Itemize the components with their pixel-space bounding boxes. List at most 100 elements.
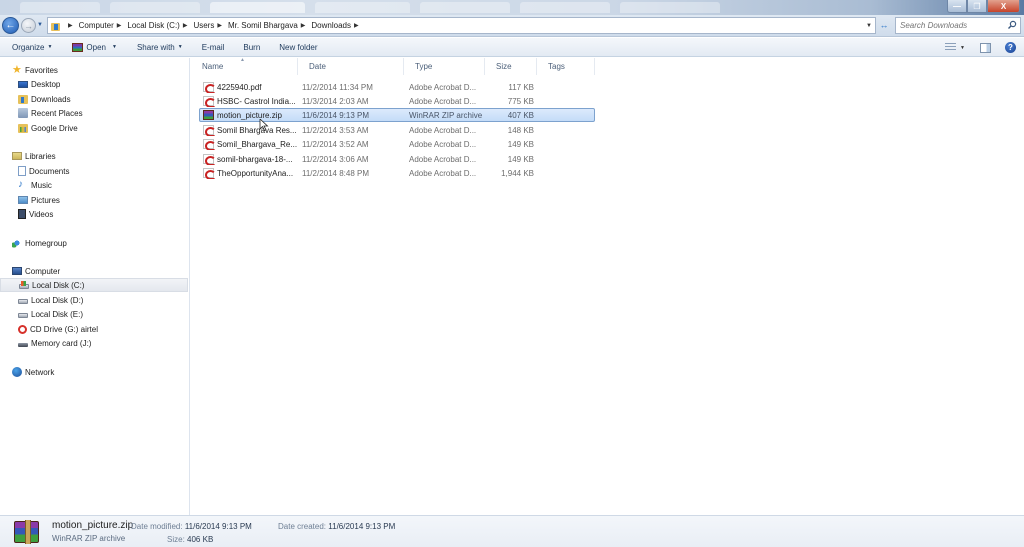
file-row[interactable]: TheOpportunityAna... 11/2/2014 8:48 PM A…: [199, 166, 595, 180]
sidebar-group-label: Homegroup: [25, 239, 67, 248]
sidebar-item-label: CD Drive (G:) airtel: [30, 325, 98, 334]
organize-label: Organize: [12, 43, 44, 52]
address-dropdown-button[interactable]: ▼: [863, 18, 875, 33]
minimize-button[interactable]: —: [947, 0, 967, 13]
file-size: 775 KB: [490, 95, 534, 107]
file-row[interactable]: somil-bhargava-18-... 11/2/2014 3:06 AM …: [199, 152, 595, 166]
sidebar-item-local-disk-e[interactable]: Local Disk (E:): [18, 307, 83, 321]
breadcrumb-separator[interactable]: ▶: [117, 22, 122, 29]
folder-icon: [51, 21, 61, 31]
help-icon[interactable]: ?: [1005, 42, 1016, 53]
sidebar-item-recent-places[interactable]: Recent Places: [18, 106, 83, 120]
sidebar-item-label: Pictures: [31, 196, 60, 205]
sidebar-item-downloads[interactable]: Downloads: [18, 92, 71, 106]
column-header-date[interactable]: Date: [298, 58, 404, 75]
mouse-cursor-icon: [259, 119, 269, 131]
sidebar-item-local-disk-c[interactable]: Local Disk (C:): [0, 278, 188, 292]
sidebar-item-videos[interactable]: Videos: [18, 207, 53, 221]
sidebar-item-label: Local Disk (C:): [32, 281, 84, 290]
share-with-button[interactable]: Share with▼: [117, 38, 183, 57]
search-icon[interactable]: [1007, 20, 1017, 30]
sidebar-item-cd-drive-g[interactable]: CD Drive (G:) airtel: [18, 322, 98, 336]
file-date: 11/2/2014 8:48 PM: [302, 167, 402, 179]
sidebar-item-label: Desktop: [31, 80, 60, 89]
breadcrumb-separator[interactable]: ▶: [217, 22, 222, 29]
title-bar: — ❐ X: [0, 0, 1024, 15]
breadcrumb-separator[interactable]: ▶: [68, 22, 73, 29]
file-name: Somil_Bhargava_Re...: [217, 140, 297, 149]
search-box[interactable]: [895, 17, 1021, 34]
file-date: 11/2/2014 3:52 AM: [302, 138, 402, 150]
forward-button[interactable]: →: [21, 18, 36, 33]
column-header-tags[interactable]: Tags: [537, 58, 595, 75]
winrar-archive-icon: [14, 521, 39, 543]
sidebar-item-pictures[interactable]: Pictures: [18, 193, 60, 207]
recent-places-icon: [18, 108, 28, 118]
sidebar-item-label: Memory card (J:): [31, 339, 91, 348]
sidebar-homegroup[interactable]: Homegroup: [12, 236, 67, 250]
sidebar-item-documents[interactable]: Documents: [18, 164, 69, 178]
network-icon: [12, 367, 22, 377]
sidebar-item-label: Recent Places: [31, 109, 83, 118]
sidebar-item-desktop[interactable]: Desktop: [18, 77, 60, 91]
sidebar-computer[interactable]: Computer: [12, 264, 60, 278]
sidebar-item-label: Google Drive: [31, 124, 78, 133]
open-button[interactable]: Open▼: [52, 38, 117, 57]
breadcrumb-separator[interactable]: ▶: [183, 22, 188, 29]
column-header-type[interactable]: Type: [404, 58, 485, 75]
view-options-dropdown[interactable]: ▼: [960, 45, 965, 51]
winrar-icon: [72, 43, 83, 52]
breadcrumb-local-disk-c[interactable]: Local Disk (C:): [127, 21, 179, 30]
breadcrumb-user-folder[interactable]: Mr. Somil Bhargava: [228, 21, 298, 30]
background-tab: [520, 2, 610, 13]
refresh-button[interactable]: ↔: [878, 19, 890, 31]
breadcrumb-separator[interactable]: ▶: [354, 22, 359, 29]
sidebar-item-google-drive[interactable]: Google Drive: [18, 121, 78, 135]
close-button[interactable]: X: [987, 0, 1020, 13]
breadcrumb-downloads[interactable]: Downloads: [311, 21, 351, 30]
file-date: 11/6/2014 9:13 PM: [302, 109, 402, 121]
back-button[interactable]: ←: [2, 17, 19, 34]
file-row[interactable]: 4225940.pdf 11/2/2014 11:34 PM Adobe Acr…: [199, 80, 595, 94]
column-label: Tags: [548, 62, 565, 71]
file-row[interactable]: Somil_Bhargava_Re... 11/2/2014 3:52 AM A…: [199, 137, 595, 151]
recent-pages-button[interactable]: ▼: [37, 22, 44, 30]
sidebar-group-label: Computer: [25, 267, 60, 276]
burn-button[interactable]: Burn: [224, 38, 260, 57]
sidebar-libraries[interactable]: Libraries: [12, 149, 56, 163]
back-arrow-icon: ←: [6, 20, 16, 31]
preview-pane-icon[interactable]: [980, 43, 991, 53]
search-input[interactable]: [900, 21, 1000, 30]
breadcrumb-computer[interactable]: Computer: [79, 21, 114, 30]
pdf-icon: [203, 82, 214, 92]
background-tab: [110, 2, 200, 13]
details-pane: motion_picture.zip WinRAR ZIP archive Da…: [0, 515, 1024, 547]
sidebar-network[interactable]: Network: [12, 365, 54, 379]
new-folder-button[interactable]: New folder: [260, 38, 317, 57]
breadcrumb-users[interactable]: Users: [193, 21, 214, 30]
file-row[interactable]: HSBC- Castrol India... 11/3/2014 2:03 AM…: [199, 94, 595, 108]
change-view-icon[interactable]: [945, 43, 956, 52]
date-modified-value: 11/6/2014 9:13 PM: [185, 522, 252, 531]
breadcrumb-separator[interactable]: ▶: [301, 22, 306, 29]
column-header-size[interactable]: Size: [485, 58, 537, 75]
sidebar-favorites[interactable]: ★ Favorites: [12, 63, 58, 77]
column-header-name[interactable]: ▲ Name: [191, 58, 298, 75]
sidebar-item-music[interactable]: ♪ Music: [18, 178, 52, 192]
address-bar[interactable]: ▶ Computer ▶ Local Disk (C:) ▶ Users ▶ M…: [47, 17, 876, 34]
file-name: motion_picture.zip: [217, 111, 282, 120]
organize-button[interactable]: Organize▼: [0, 38, 52, 57]
file-name: somil-bhargava-18-...: [217, 155, 293, 164]
sidebar-item-label: Documents: [29, 167, 69, 176]
window-controls: — ❐ X: [947, 0, 1020, 13]
pdf-icon: [203, 139, 214, 149]
computer-icon: [12, 267, 22, 275]
column-label: Size: [496, 62, 512, 71]
navigation-bar: ← → ▼ ▶ Computer ▶ Local Disk (C:) ▶ Use…: [0, 15, 1024, 37]
file-size: 1,944 KB: [490, 167, 534, 179]
sidebar-item-local-disk-d[interactable]: Local Disk (D:): [18, 293, 83, 307]
column-label: Name: [202, 62, 223, 71]
email-button[interactable]: E-mail: [183, 38, 225, 57]
sidebar-item-memory-card-j[interactable]: Memory card (J:): [18, 336, 91, 350]
maximize-button[interactable]: ❐: [967, 0, 987, 13]
